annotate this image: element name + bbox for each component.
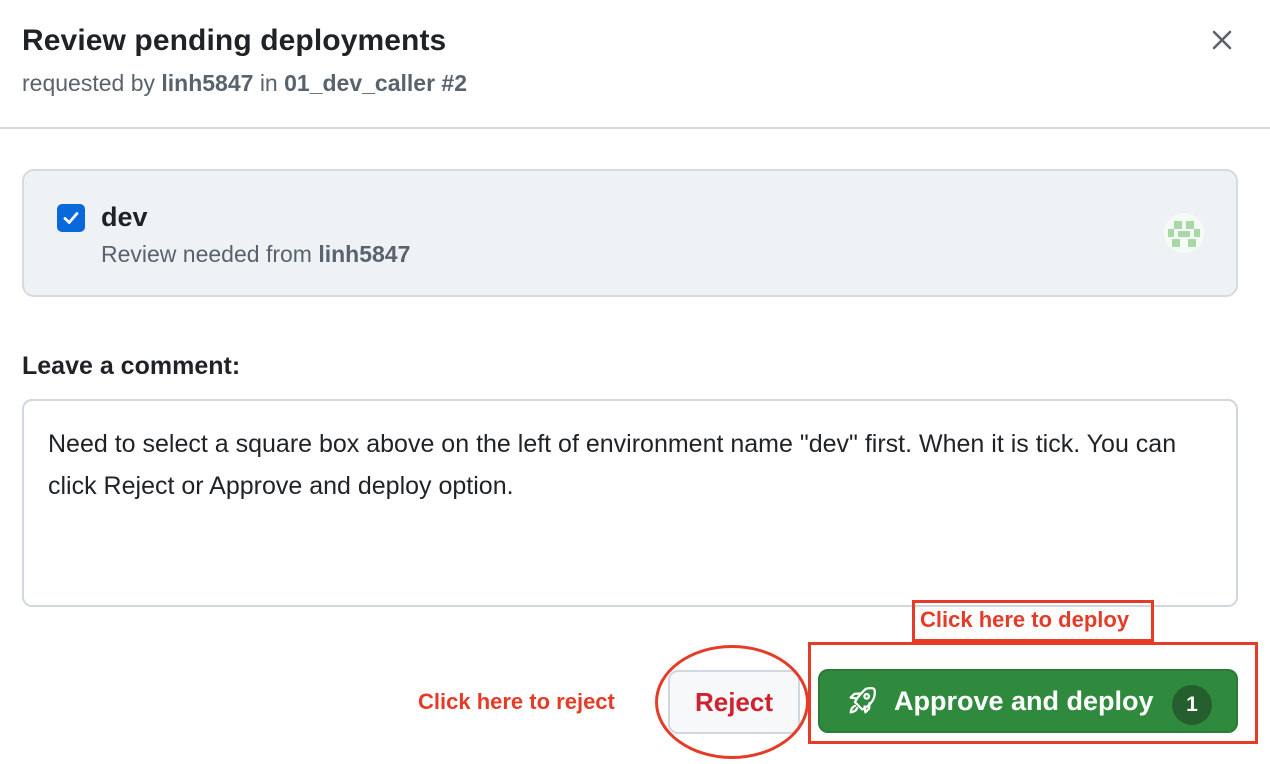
review-prefix: Review needed from (101, 241, 312, 267)
environment-card: dev Review needed from linh5847 (22, 169, 1238, 297)
close-icon (1212, 30, 1232, 50)
dialog-title: Review pending deployments (22, 24, 447, 57)
identicon-icon (1168, 221, 1200, 247)
subtitle-prefix: requested by (22, 70, 155, 96)
approve-hint-box (808, 642, 1258, 744)
reject-hint-text: Click here to reject (418, 689, 615, 714)
subtitle-middle: in (259, 70, 278, 96)
environment-review-text: Review needed from linh5847 (101, 241, 410, 268)
reject-hint-circle (655, 645, 809, 759)
environment-checkbox[interactable] (57, 204, 85, 232)
close-button[interactable] (1204, 22, 1240, 58)
environment-name: dev (101, 202, 148, 232)
comment-label: Leave a comment: (22, 352, 241, 380)
requester-name: linh5847 (161, 70, 254, 96)
reviewer-avatar (1164, 213, 1204, 253)
check-icon (63, 212, 79, 224)
deploy-hint-text: Click here to deploy (920, 607, 1130, 632)
reviewer-name: linh5847 (318, 241, 411, 267)
dialog-header: Review pending deployments requested by … (0, 0, 1270, 129)
dialog-subtitle: requested by linh5847 in 01_dev_caller #… (22, 70, 467, 97)
workflow-run-name: 01_dev_caller #2 (284, 70, 467, 96)
comment-textarea[interactable]: Need to select a square box above on the… (22, 399, 1238, 607)
